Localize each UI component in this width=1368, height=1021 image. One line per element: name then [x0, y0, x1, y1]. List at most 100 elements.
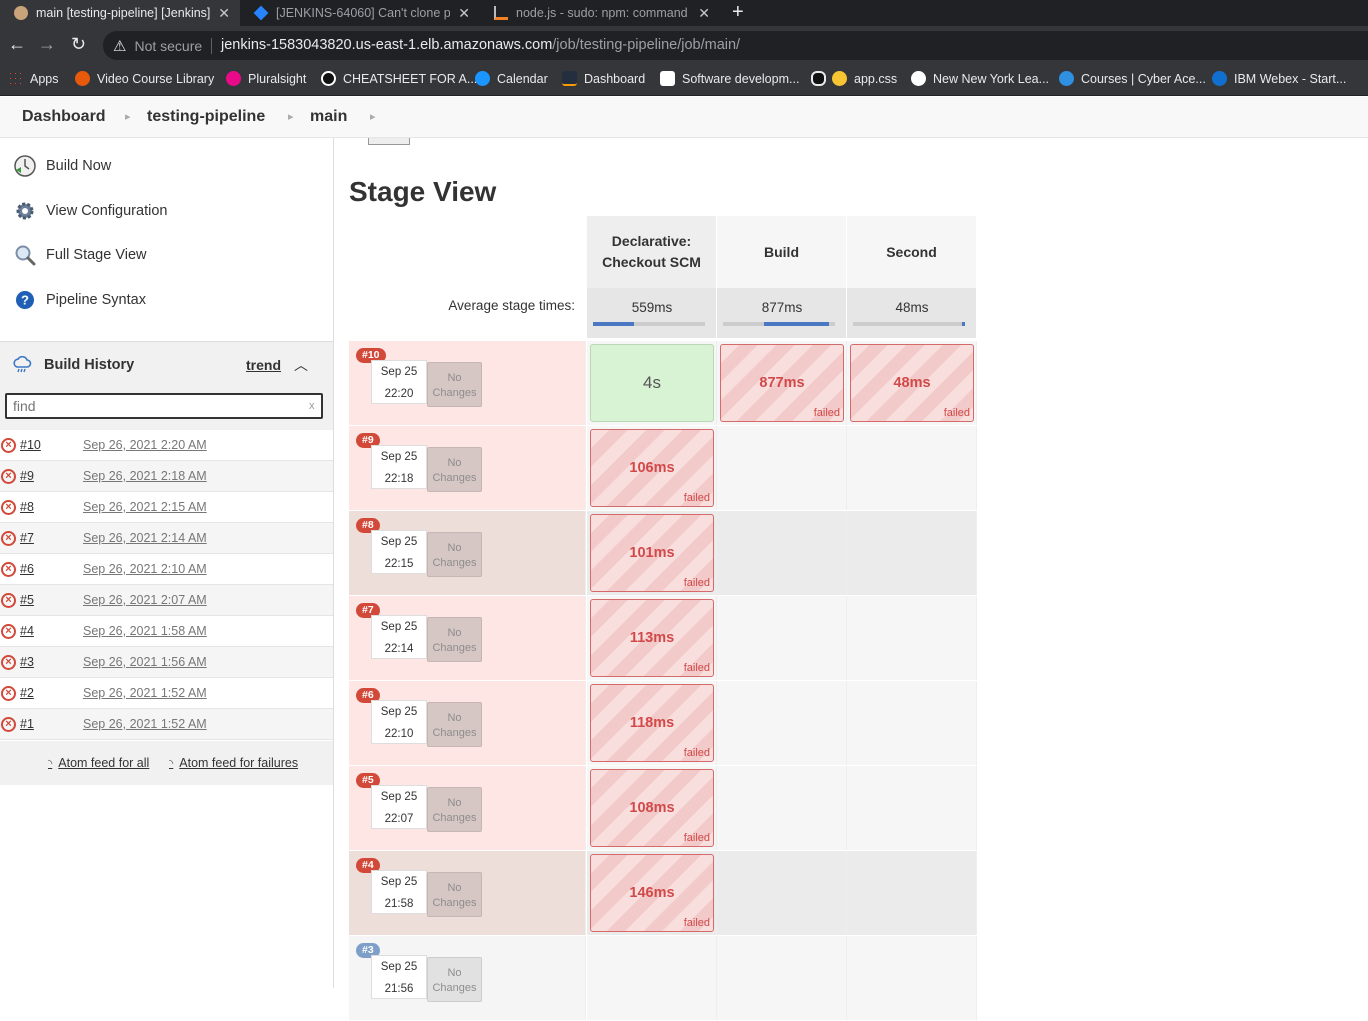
browser-tab-jira[interactable]: [JENKINS-64060] Can't clone priv ✕ — [240, 0, 480, 26]
run-info: #5 Sep 25 22:07 No Changes — [349, 766, 586, 850]
back-icon[interactable]: ← — [8, 35, 26, 53]
no-changes-box[interactable]: No Changes — [427, 532, 482, 577]
feed-label: Atom feed for failures — [179, 756, 299, 770]
bookmark-new-york-learning[interactable]: New New York Lea... — [911, 71, 1049, 86]
no-changes-box[interactable]: No Changes — [427, 872, 482, 917]
collapse-chevron-up-icon[interactable]: ︿ — [294, 355, 308, 375]
stage-result-failed[interactable]: 106ms failed — [590, 429, 714, 507]
build-date-link[interactable]: Sep 26, 2021 2:07 AM — [83, 593, 207, 607]
build-number-link[interactable]: #3 — [20, 655, 34, 669]
stage-result-failed[interactable]: 101ms failed — [590, 514, 714, 592]
omnibox[interactable]: ⚠ Not secure jenkins-1583043820.us-east-… — [103, 31, 1368, 60]
bookmark-calendar[interactable]: Calendar — [475, 71, 548, 86]
build-number-link[interactable]: #4 — [20, 624, 34, 638]
reload-icon[interactable]: ↻ — [71, 35, 86, 53]
no-changes-box[interactable]: No Changes — [427, 617, 482, 662]
breadcrumb-main[interactable]: main — [310, 108, 347, 126]
build-history-row: × #1 Sep 26, 2021 1:52 AM — [0, 709, 333, 740]
stage-result-success[interactable]: 4s — [590, 344, 714, 422]
stage-result-failed[interactable]: 113ms failed — [590, 599, 714, 677]
stage-cell — [847, 766, 977, 850]
stage-run-row: #6 Sep 25 22:10 No Changes 118ms failed — [349, 681, 980, 766]
build-number-link[interactable]: #2 — [20, 686, 34, 700]
no-changes-box[interactable]: No Changes — [427, 447, 482, 492]
build-number-link[interactable]: #8 — [20, 500, 34, 514]
stage-cell[interactable]: 106ms failed — [587, 426, 717, 510]
build-number-link[interactable]: #7 — [20, 531, 34, 545]
bookmark-cyber-academy[interactable]: Courses | Cyber Ace... — [1059, 71, 1206, 86]
build-date-link[interactable]: Sep 26, 2021 1:52 AM — [83, 686, 207, 700]
task-view-configuration[interactable]: View Configuration — [12, 196, 167, 226]
stage-cell[interactable]: 48ms failed — [847, 341, 977, 425]
stage-result-failed[interactable]: 877ms failed — [720, 344, 844, 422]
build-date-link[interactable]: Sep 26, 2021 1:56 AM — [83, 655, 207, 669]
build-date-link[interactable]: Sep 26, 2021 2:10 AM — [83, 562, 207, 576]
no-changes-box[interactable]: No Changes — [427, 787, 482, 832]
breadcrumb-testing-pipeline[interactable]: testing-pipeline — [147, 108, 265, 126]
atom-feed-failures-link[interactable]: ◝ Atom feed for failures — [169, 756, 298, 770]
url-host: jenkins-1583043820.us-east-1.elb.amazona… — [221, 37, 553, 53]
bookmark-owl[interactable] — [811, 71, 833, 86]
browser-tab-stackoverflow[interactable]: node.js - sudo: npm: command n ✕ — [480, 0, 720, 26]
task-pipeline-syntax[interactable]: ? Pipeline Syntax — [12, 285, 146, 315]
bookmark-software-development[interactable]: Software developm... — [660, 71, 799, 86]
url-text[interactable]: jenkins-1583043820.us-east-1.elb.amazona… — [221, 37, 740, 53]
close-tab-icon[interactable]: ✕ — [698, 5, 710, 22]
build-date-link[interactable]: Sep 26, 2021 2:15 AM — [83, 500, 207, 514]
security-indicator[interactable]: ⚠ Not secure — [113, 37, 202, 55]
breadcrumb-separator-icon[interactable]: ▸ — [125, 110, 131, 123]
bookmark-app-css[interactable]: app.css — [832, 71, 897, 86]
stage-result-failed[interactable]: 48ms failed — [850, 344, 974, 422]
clear-filter-icon[interactable]: x — [309, 400, 315, 412]
close-tab-icon[interactable]: ✕ — [458, 5, 470, 22]
stage-cell[interactable]: 101ms failed — [587, 511, 717, 595]
stage-cell[interactable]: 877ms failed — [717, 341, 847, 425]
bookmark-apps[interactable]: Apps — [8, 71, 59, 86]
stage-result-failed[interactable]: 146ms failed — [590, 854, 714, 932]
run-info: #6 Sep 25 22:10 No Changes — [349, 681, 586, 765]
bookmark-pluralsight[interactable]: Pluralsight — [226, 71, 306, 86]
bookmark-video-course-library[interactable]: Video Course Library — [75, 71, 214, 86]
build-number-link[interactable]: #5 — [20, 593, 34, 607]
build-history-search-input[interactable] — [5, 393, 323, 419]
breadcrumb-dashboard[interactable]: Dashboard — [22, 108, 106, 126]
browser-tab-jenkins[interactable]: main [testing-pipeline] [Jenkins] ✕ — [0, 0, 240, 26]
run-info: #9 Sep 25 22:18 No Changes — [349, 426, 586, 510]
stage-cell[interactable]: 4s — [587, 341, 717, 425]
stage-cell[interactable]: 118ms failed — [587, 681, 717, 765]
build-date-link[interactable]: Sep 26, 2021 2:14 AM — [83, 531, 207, 545]
build-number-link[interactable]: #10 — [20, 438, 41, 452]
task-build-now[interactable]: Build Now — [12, 151, 111, 181]
breadcrumb-separator-icon[interactable]: ▸ — [370, 110, 376, 123]
stage-result-failed[interactable]: 108ms failed — [590, 769, 714, 847]
stage-cell[interactable]: 113ms failed — [587, 596, 717, 680]
stage-duration: 106ms — [629, 460, 675, 476]
new-tab-icon[interactable]: + — [732, 2, 744, 22]
stage-cell — [717, 681, 847, 765]
stage-cell[interactable]: 108ms failed — [587, 766, 717, 850]
build-history-trend-link[interactable]: trend — [246, 357, 281, 373]
build-number-link[interactable]: #6 — [20, 562, 34, 576]
no-changes-box[interactable]: No Changes — [427, 702, 482, 747]
project-icon — [368, 138, 410, 145]
stage-result-failed[interactable]: 118ms failed — [590, 684, 714, 762]
build-date-link[interactable]: Sep 26, 2021 2:20 AM — [83, 438, 207, 452]
no-changes-box[interactable]: No Changes — [427, 362, 482, 407]
build-number-link[interactable]: #9 — [20, 469, 34, 483]
stage-header-line: Declarative: — [611, 233, 692, 249]
bookmark-ibm-webex[interactable]: IBM Webex - Start... — [1212, 71, 1346, 86]
bookmark-cheatsheet[interactable]: CHEATSHEET FOR A... — [321, 71, 477, 86]
bookmark-dashboard[interactable]: Dashboard — [562, 71, 645, 86]
close-tab-icon[interactable]: ✕ — [218, 5, 230, 22]
forward-icon[interactable]: → — [38, 35, 56, 53]
task-full-stage-view[interactable]: Full Stage View — [12, 240, 146, 270]
build-date-link[interactable]: Sep 26, 2021 2:18 AM — [83, 469, 207, 483]
breadcrumb-separator-icon[interactable]: ▸ — [288, 110, 294, 123]
emoji-icon — [832, 71, 847, 86]
no-changes-box[interactable]: No Changes — [427, 957, 482, 1002]
stage-cell[interactable]: 146ms failed — [587, 851, 717, 935]
atom-feed-all-link[interactable]: ◝ Atom feed for all — [48, 756, 149, 770]
build-date-link[interactable]: Sep 26, 2021 1:52 AM — [83, 717, 207, 731]
build-date-link[interactable]: Sep 26, 2021 1:58 AM — [83, 624, 207, 638]
build-number-link[interactable]: #1 — [20, 717, 34, 731]
